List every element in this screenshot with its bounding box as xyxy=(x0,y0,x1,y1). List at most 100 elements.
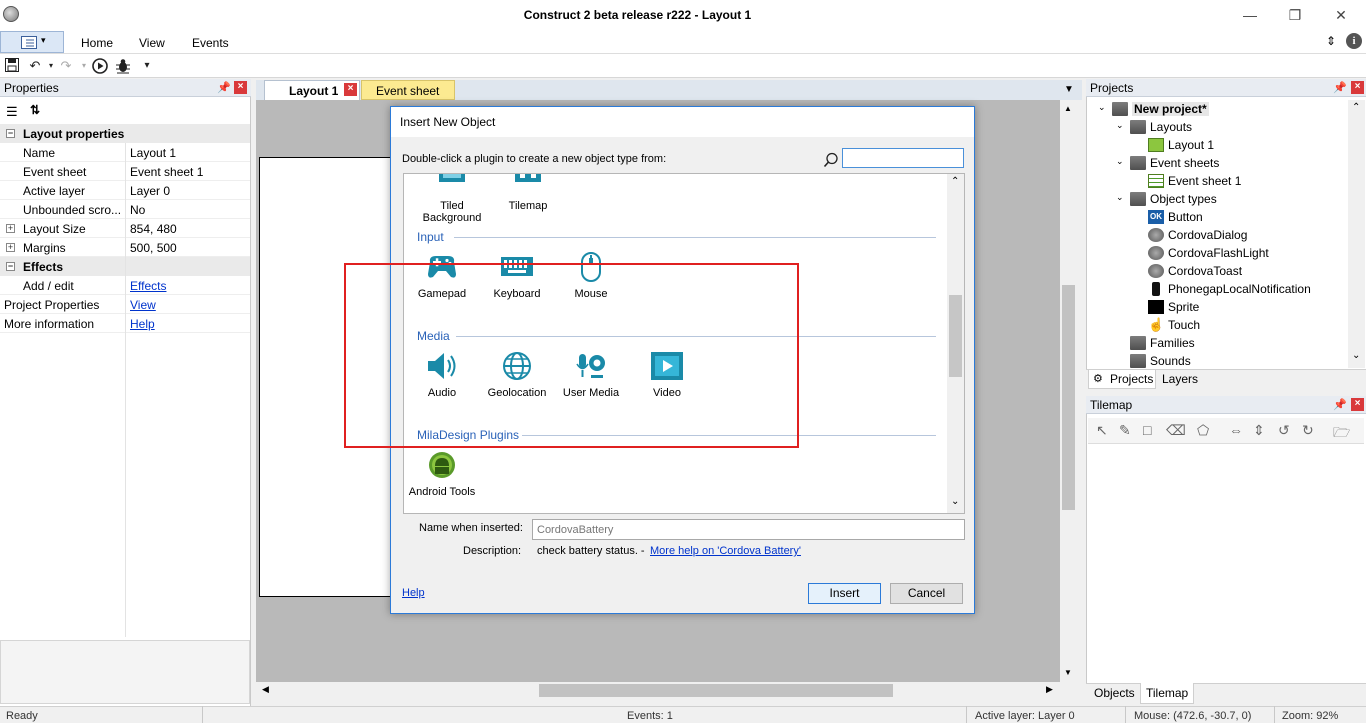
collision-polygon-icon[interactable]: ⬠ xyxy=(1197,422,1209,439)
tree-item[interactable]: PhonegapLocalNotification xyxy=(1090,280,1346,298)
insert-button[interactable]: Insert xyxy=(808,583,881,604)
property-value[interactable]: Event sheet 1 xyxy=(130,165,203,179)
tab-layers[interactable]: Layers xyxy=(1162,372,1198,386)
plugin-list-scrollbar[interactable]: ⌃ ⌄ xyxy=(947,174,964,513)
scroll-left-icon[interactable]: ◀ xyxy=(262,684,269,695)
expand-chevron-icon[interactable]: ⌄ xyxy=(1116,192,1124,203)
tab-view[interactable]: View xyxy=(139,36,165,50)
name-input[interactable] xyxy=(532,519,965,540)
scroll-down-icon[interactable]: ⌄ xyxy=(1352,350,1360,361)
expand-icon[interactable]: + xyxy=(6,224,15,233)
tab-events[interactable]: Events xyxy=(192,36,229,50)
pencil-tool-icon[interactable]: ✎ xyxy=(1119,422,1131,439)
scroll-right-icon[interactable]: ▶ xyxy=(1046,684,1053,695)
pointer-tool-icon[interactable]: ↖ xyxy=(1096,422,1108,439)
pin-icon[interactable]: 📌 xyxy=(1333,81,1347,94)
mirror-icon[interactable]: ⇔ xyxy=(1229,422,1243,438)
close-tab-icon[interactable]: × xyxy=(344,83,357,96)
tree-item[interactable]: Event sheet 1 xyxy=(1090,172,1346,190)
property-link[interactable]: View xyxy=(130,298,156,312)
rotate-ccw-icon[interactable]: ↺ xyxy=(1278,422,1290,439)
collapse-icon[interactable]: − xyxy=(6,262,15,271)
tab-projects[interactable]: ⚙ Projects xyxy=(1088,370,1156,389)
tree-item[interactable]: ⌄ Event sheets xyxy=(1090,154,1346,172)
plugin-tilemap[interactable]: Tilemap xyxy=(488,174,568,212)
scroll-down-icon[interactable]: ⌄ xyxy=(951,496,959,507)
tree-item[interactable]: ☝ Touch xyxy=(1090,316,1346,334)
tree-item[interactable]: Families xyxy=(1090,334,1346,352)
tree-item[interactable]: CordovaToast xyxy=(1090,262,1346,280)
close-button[interactable]: ✕ xyxy=(1318,0,1364,30)
property-link[interactable]: Help xyxy=(130,317,155,331)
expand-chevron-icon[interactable]: ⌄ xyxy=(1116,156,1124,167)
tree-item[interactable]: Layout 1 xyxy=(1090,136,1346,154)
tab-event-sheet-1[interactable]: Event sheet 1 xyxy=(361,80,455,112)
tree-item[interactable]: Sprite xyxy=(1090,298,1346,316)
tree-item[interactable]: CordovaDialog xyxy=(1090,226,1346,244)
tree-item[interactable]: Sounds xyxy=(1090,352,1346,370)
redo-dropdown-icon[interactable]: ▾ xyxy=(76,58,92,74)
undo-icon[interactable]: ↶ xyxy=(27,58,43,74)
undo-dropdown-icon[interactable]: ▾ xyxy=(43,58,59,74)
cancel-button[interactable]: Cancel xyxy=(890,583,963,604)
name-when-inserted-label: Name when inserted: xyxy=(419,522,523,534)
scroll-down-icon[interactable]: ▼ xyxy=(1064,668,1072,677)
property-group[interactable]: − Layout properties xyxy=(0,124,250,143)
run-icon[interactable] xyxy=(92,58,108,74)
categorized-view-icon[interactable]: ☰ xyxy=(6,104,18,120)
open-folder-icon[interactable]: 🗁 xyxy=(1333,422,1350,446)
tree-item[interactable]: CordovaFlashLight xyxy=(1090,244,1346,262)
search-input[interactable] xyxy=(842,148,964,168)
property-value[interactable]: 500, 500 xyxy=(130,241,177,255)
project-tree-scrollbar[interactable]: ⌃ ⌄ xyxy=(1348,100,1365,368)
pin-icon[interactable]: 📌 xyxy=(1333,398,1347,411)
plugin-tiled-background[interactable]: Tiled Background xyxy=(412,174,492,224)
flip-icon[interactable]: ⇕ xyxy=(1253,422,1265,439)
more-help-link[interactable]: More help on 'Cordova Battery' xyxy=(650,545,801,557)
tree-item[interactable]: ⌄ Layouts xyxy=(1090,118,1346,136)
save-icon[interactable] xyxy=(5,58,19,72)
close-panel-icon[interactable]: × xyxy=(1351,398,1364,411)
expand-chevron-icon[interactable]: ⌄ xyxy=(1098,102,1106,113)
plugin-android-tools[interactable]: Android Tools xyxy=(404,450,482,498)
expand-chevron-icon[interactable]: ⌄ xyxy=(1116,120,1124,131)
debug-icon[interactable] xyxy=(114,57,132,75)
expand-icon[interactable]: + xyxy=(6,243,15,252)
close-panel-icon[interactable]: × xyxy=(1351,81,1364,94)
tab-home[interactable]: Home xyxy=(81,36,113,50)
scroll-thumb[interactable] xyxy=(949,295,962,377)
help-link[interactable]: Help xyxy=(402,587,425,599)
tab-objects[interactable]: Objects xyxy=(1094,686,1135,700)
tree-item[interactable]: OK Button xyxy=(1090,208,1346,226)
restore-button[interactable]: ❐ xyxy=(1272,0,1318,30)
collapse-ribbon-icon[interactable]: ⇕ xyxy=(1326,34,1336,48)
scroll-up-icon[interactable]: ▲ xyxy=(1064,104,1072,113)
sort-alpha-icon[interactable]: ⇅ xyxy=(30,103,40,117)
property-value[interactable]: Layer 0 xyxy=(130,184,170,198)
hscroll-thumb[interactable] xyxy=(539,684,893,697)
redo-icon[interactable]: ↷ xyxy=(58,58,74,74)
layout-horizontal-scrollbar[interactable]: ◀ ▶ xyxy=(256,682,1078,699)
scroll-thumb[interactable] xyxy=(1062,285,1075,510)
close-panel-icon[interactable]: × xyxy=(234,81,247,94)
property-value[interactable]: Layout 1 xyxy=(130,146,176,160)
tree-item[interactable]: ⌄ Object types xyxy=(1090,190,1346,208)
collapse-icon[interactable]: − xyxy=(6,129,15,138)
scroll-up-icon[interactable]: ⌃ xyxy=(951,176,959,187)
customize-toolbar-icon[interactable]: ▾ xyxy=(139,58,155,74)
scroll-up-icon[interactable]: ⌃ xyxy=(1352,102,1360,113)
eraser-tool-icon[interactable]: ⌫ xyxy=(1166,422,1186,439)
pin-icon[interactable]: 📌 xyxy=(217,81,231,94)
rectangle-tool-icon[interactable]: □ xyxy=(1143,422,1151,438)
tab-tilemap[interactable]: Tilemap xyxy=(1140,683,1194,704)
property-link[interactable]: Effects xyxy=(130,279,166,293)
tab-list-dropdown-icon[interactable]: ▼ xyxy=(1064,84,1074,95)
layout-vertical-scrollbar[interactable]: ▲ ▼ xyxy=(1060,100,1078,682)
tree-item[interactable]: ⌄ New project* xyxy=(1090,100,1346,118)
property-value[interactable]: No xyxy=(130,203,145,217)
rotate-cw-icon[interactable]: ↻ xyxy=(1302,422,1314,439)
about-icon[interactable]: i xyxy=(1346,33,1362,49)
app-menu-button[interactable]: ▾ xyxy=(0,31,64,53)
property-value[interactable]: 854, 480 xyxy=(130,222,177,236)
minimize-button[interactable]: — xyxy=(1227,0,1273,30)
